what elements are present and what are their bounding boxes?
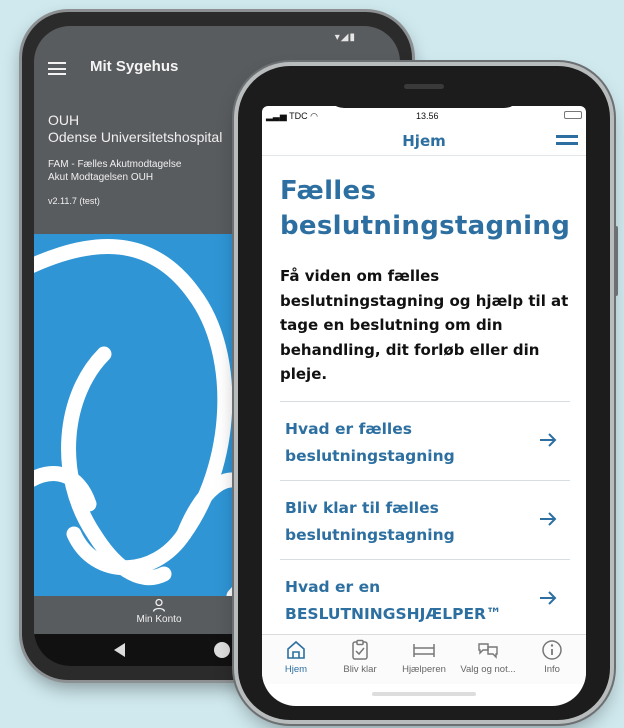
tab-helper-label: Hjælperen bbox=[402, 664, 446, 675]
home-indicator bbox=[372, 692, 476, 696]
stage: ▾◢▮ Mit Sygehus OUH Odense Universitetsh… bbox=[0, 0, 624, 728]
person-icon bbox=[152, 598, 166, 612]
battery-icon bbox=[564, 111, 582, 119]
arrow-right-icon bbox=[540, 432, 557, 447]
link-label: Hvad er fælles beslutningstagning bbox=[285, 416, 530, 470]
clipboard-icon bbox=[352, 639, 368, 660]
heading-line-1: Fælles bbox=[280, 176, 377, 206]
chat-icon bbox=[478, 643, 498, 659]
link-label-line-1: Hvad er en bbox=[285, 577, 381, 596]
side-button bbox=[614, 226, 618, 296]
link-get-ready[interactable]: Bliv klar til fælles beslutningstagning bbox=[280, 481, 570, 560]
heading-line-2: beslutningstagning bbox=[280, 211, 571, 241]
menu-icon[interactable] bbox=[48, 62, 66, 75]
iphone-notch bbox=[326, 78, 522, 108]
app-header: Hjem bbox=[262, 126, 586, 156]
link-label-line-1: Bliv klar til fælles bbox=[285, 498, 439, 517]
info-icon bbox=[542, 640, 562, 660]
carrier-label: ▂▃▅ TDC ◠ bbox=[266, 111, 318, 121]
tab-helper[interactable]: Hjælperen bbox=[392, 638, 456, 675]
tab-get-ready[interactable]: Bliv klar bbox=[328, 638, 392, 675]
status-time: 13.56 bbox=[416, 111, 439, 121]
main-heading: Fælles beslutningstagning bbox=[280, 174, 570, 244]
tab-choices-notes-label: Valg og not... bbox=[460, 664, 516, 675]
tab-choices-notes[interactable]: Valg og not... bbox=[456, 638, 520, 675]
page-title: Hjem bbox=[402, 132, 446, 150]
link-label-line-2: beslutningstagning bbox=[285, 446, 455, 465]
arrow-right-icon bbox=[540, 590, 557, 605]
arrow-right-icon bbox=[540, 511, 557, 526]
carrier-name: TDC bbox=[289, 111, 308, 121]
tab-get-ready-label: Bliv klar bbox=[343, 664, 377, 675]
tab-info-label: Info bbox=[544, 664, 560, 675]
tab-bar: Hjem Bliv klar Hjælperen Valg og not... … bbox=[262, 634, 586, 684]
home-icon bbox=[287, 640, 305, 659]
home-button-icon[interactable] bbox=[214, 642, 230, 658]
iphone: ▂▃▅ TDC ◠ 13.56 Hjem Fælles beslutningst… bbox=[238, 66, 618, 720]
android-status-icons: ▾◢▮ bbox=[334, 32, 356, 43]
tab-info[interactable]: Info bbox=[520, 638, 584, 675]
lead-paragraph: Få viden om fælles beslutningstagning og… bbox=[280, 267, 569, 383]
hamburger-menu-icon[interactable] bbox=[556, 135, 578, 145]
iphone-screen: ▂▃▅ TDC ◠ 13.56 Hjem Fælles beslutningst… bbox=[262, 106, 586, 706]
tab-home-label: Hjem bbox=[284, 664, 308, 675]
link-label: Hvad er en BESLUTNINGSHJÆLPER™ bbox=[285, 574, 530, 628]
tab-home[interactable]: Hjem bbox=[264, 638, 328, 675]
nav-item-account[interactable]: Min Konto bbox=[104, 598, 214, 625]
back-icon[interactable] bbox=[114, 643, 125, 657]
android-app-title: Mit Sygehus bbox=[90, 58, 179, 75]
link-label: Bliv klar til fælles beslutningstagning bbox=[285, 495, 530, 549]
link-what-is-shared-decision[interactable]: Hvad er fælles beslutningstagning bbox=[280, 402, 570, 481]
wifi-icon: ◠ bbox=[310, 111, 318, 121]
link-list: Hvad er fælles beslutningstagning Bliv k… bbox=[280, 400, 570, 639]
android-status-bar: ▾◢▮ bbox=[34, 26, 400, 46]
main-content: Fælles beslutningstagning Få viden om fæ… bbox=[262, 156, 586, 639]
link-what-is-decision-aid[interactable]: Hvad er en BESLUTNINGSHJÆLPER™ bbox=[280, 560, 570, 639]
bed-icon bbox=[413, 644, 435, 657]
ios-status-bar: ▂▃▅ TDC ◠ 13.56 bbox=[262, 106, 586, 126]
nav-item-account-label: Min Konto bbox=[136, 614, 182, 625]
link-label-line-2: BESLUTNINGSHJÆLPER™ bbox=[285, 604, 502, 623]
link-label-line-1: Hvad er fælles bbox=[285, 419, 412, 438]
link-label-line-2: beslutningstagning bbox=[285, 525, 455, 544]
